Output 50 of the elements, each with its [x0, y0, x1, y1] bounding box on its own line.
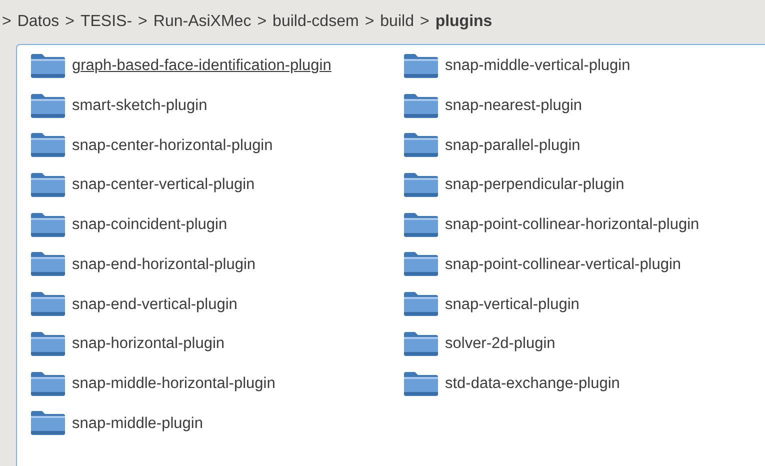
folder-name[interactable]: snap-vertical-plugin: [445, 292, 580, 316]
folder-name[interactable]: snap-point-collinear-horizontal-plugin: [445, 213, 700, 236]
breadcrumb-separator: >: [257, 12, 267, 32]
folder-icon: [30, 370, 66, 396]
folder-icon: [403, 330, 439, 357]
folder-icon: [30, 212, 66, 238]
folder-icon: [30, 132, 66, 158]
folder-name[interactable]: smart-sketch-plugin: [72, 94, 208, 118]
breadcrumb-separator: >: [2, 12, 12, 32]
folder-name[interactable]: snap-end-horizontal-plugin: [72, 252, 256, 276]
breadcrumb-item[interactable]: build: [380, 10, 414, 34]
folder-icon: [30, 92, 66, 119]
folder-name[interactable]: solver-2d-plugin: [445, 332, 556, 356]
breadcrumb-separator: >: [138, 12, 148, 32]
folder-icon: [403, 370, 439, 396]
folder-name[interactable]: snap-parallel-plugin: [445, 134, 580, 157]
folder-icon: [403, 92, 439, 119]
folder-icon: [403, 172, 439, 198]
folder-name[interactable]: snap-end-vertical-plugin: [72, 292, 238, 316]
folder-name[interactable]: std-data-exchange-plugin: [445, 372, 620, 396]
breadcrumb-item[interactable]: Run-AsiXMec: [153, 10, 252, 34]
folder-icon: [403, 53, 439, 79]
folder-icon: [403, 212, 439, 238]
folder-icon: [30, 251, 66, 278]
folder-name[interactable]: snap-coincident-plugin: [72, 213, 228, 236]
folder-icon: [403, 251, 439, 278]
breadcrumb-separator: >: [65, 12, 74, 32]
breadcrumb-separator: >: [364, 12, 374, 32]
breadcrumb-item[interactable]: Datos: [17, 10, 60, 34]
folder-name[interactable]: snap-middle-plugin: [72, 412, 203, 435]
folder-name[interactable]: snap-point-collinear-vertical-plugin: [445, 252, 682, 276]
folder-icon: [30, 172, 66, 198]
folder-name[interactable]: snap-center-horizontal-plugin: [72, 134, 273, 157]
folder-name[interactable]: snap-nearest-plugin: [445, 94, 582, 118]
folder-icon: [30, 410, 66, 436]
folder-name[interactable]: graph-based-face-identification-plugin: [72, 54, 332, 78]
breadcrumb-separator: >: [420, 12, 430, 32]
folder-name[interactable]: snap-middle-vertical-plugin: [445, 54, 630, 78]
folder-name[interactable]: snap-middle-horizontal-plugin: [72, 372, 276, 396]
folder-name[interactable]: snap-center-vertical-plugin: [72, 173, 255, 197]
folder-icon: [403, 291, 439, 318]
breadcrumb-item[interactable]: plugins: [435, 10, 492, 34]
breadcrumb-item[interactable]: build-cdsem: [272, 10, 359, 34]
folder-name[interactable]: snap-horizontal-plugin: [72, 332, 225, 356]
folder-icon: [30, 53, 66, 79]
folder-icon: [30, 330, 66, 357]
folder-icon: [403, 132, 439, 158]
folder-icon: [30, 291, 66, 318]
folder-name[interactable]: snap-perpendicular-plugin: [445, 173, 624, 197]
breadcrumb-item[interactable]: TESIS-: [80, 10, 132, 34]
